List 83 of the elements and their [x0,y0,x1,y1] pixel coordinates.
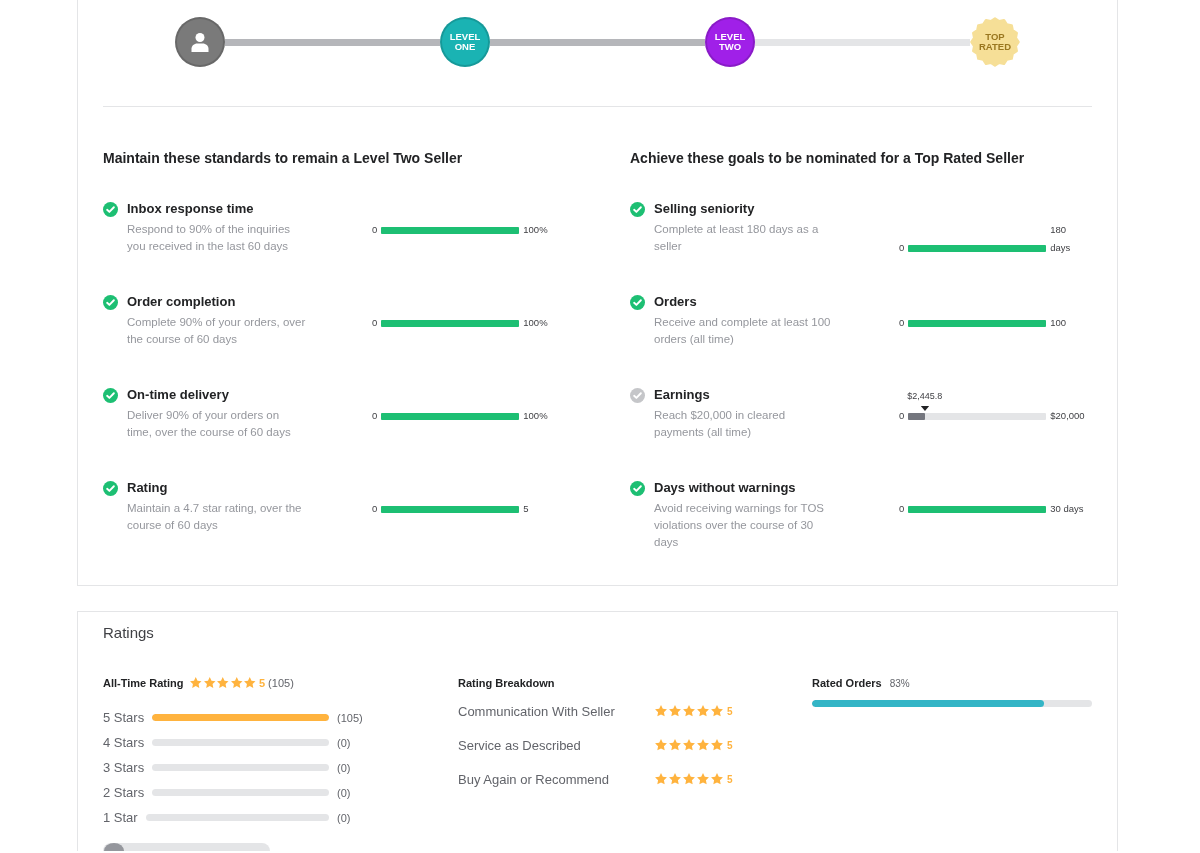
star-icon [668,772,682,786]
marker-label: $2,445.8 [907,389,943,402]
criterion-label: Communication With Seller [458,703,616,719]
rating-score: 5 [259,677,266,689]
star-icon [216,676,230,690]
goal-description: Reach $20,000 in cleared payments (all time) [654,408,786,440]
level-badge: LEVEL TWO [705,17,755,67]
star-icon [668,704,682,718]
level-badge: LEVEL ONE [440,17,490,67]
pointer-icon [920,405,930,411]
review-count: (105) [337,711,364,724]
star-icon [710,738,724,752]
star-icon [682,704,696,718]
bar-start-label: 0 [372,409,378,423]
bar-start-label: 0 [899,241,905,255]
level-badge: TOP RATED [970,17,1020,67]
star-icon [710,772,724,786]
star-icon [696,738,710,752]
review-count: (0) [337,736,352,749]
rating-score: 5 [727,773,733,785]
star-icon [696,772,710,786]
star-icon [243,676,257,690]
goal-description: Complete at least 180 days as a seller [654,222,819,254]
goal-title: Earnings [654,387,711,403]
goal-description: Maintain a 4.7 star rating, over the course of 60 days [127,501,302,533]
star-level-label: 2 Stars [103,785,145,800]
goal-title: Orders [654,294,698,310]
bar-end-label: 180 days [1050,223,1071,255]
star-icon [654,772,668,786]
star-icon [230,676,244,690]
bar-start-label: 0 [372,223,378,237]
goal-description: Complete 90% of your orders, over the course of 60 days [127,315,306,347]
bar-end-label: 100% [523,409,548,423]
rating-score: 5 [727,739,733,751]
goal-title: On-time delivery [127,387,230,403]
section-heading: Achieve these goals to be nominated for a Top Rated Seller [630,149,1026,168]
goal-title: Selling seniority [654,201,756,217]
star-icon [654,704,668,718]
bar-start-label: 0 [899,316,905,330]
bar-end-label: 100 [1050,316,1067,330]
star-level-label: 3 Stars [103,760,145,775]
goal-title: Order completion [127,294,237,310]
goal-description: Respond to 90% of the inquiries you received in the last 60 days [127,222,291,254]
star-level-label: 4 Stars [103,735,145,750]
star-icon [203,676,217,690]
star-icon [682,772,696,786]
review-count: (0) [337,811,352,824]
bar-end-label: $20,000 [1050,409,1085,423]
review-count: (0) [337,786,352,799]
criterion-label: Buy Again or Recommend [458,771,611,787]
star-level-label: 5 Stars [103,710,145,725]
rated-orders-label: Rated Orders [812,677,882,689]
all-time-rating-label: All-Time Rating [103,677,184,689]
bar-end-label: 30 days [1050,502,1084,516]
star-icon [682,738,696,752]
help-button[interactable] [103,843,270,851]
goal-title: Rating [127,480,169,496]
goal-description: Avoid receiving warnings for TOS violations over the course of 30 days [654,501,825,550]
rating-score: 5 [727,705,733,717]
star-level-label: 1 Star [103,810,138,825]
rated-orders-percent: 83% [889,677,910,689]
goal-title: Inbox response time [127,201,255,217]
star-icon [710,704,724,718]
breakdown-heading: Rating Breakdown [458,677,555,689]
goal-title: Days without warnings [654,480,797,496]
star-icon [696,704,710,718]
bar-start-label: 0 [372,502,378,516]
criterion-label: Service as Described [458,737,582,753]
goal-description: Receive and complete at least 100 orders (all time) [654,315,831,347]
rating-count: (105) [268,677,294,689]
section-heading: Maintain these standards to remain a Level Two Seller [103,149,464,168]
review-count: (0) [337,761,352,774]
star-icon [654,738,668,752]
bar-start-label: 0 [899,502,905,516]
star-icon [668,738,682,752]
bar-start-label: 0 [372,316,378,330]
bar-end-label: 5 [523,502,529,516]
star-icon [189,676,203,690]
bar-end-label: 100% [523,316,548,330]
bar-start-label: 0 [899,409,905,423]
ratings-title: Ratings [103,623,155,643]
bar-end-label: 100% [523,223,548,237]
goal-description: Deliver 90% of your orders on time, over the course of 60 days [127,408,291,440]
